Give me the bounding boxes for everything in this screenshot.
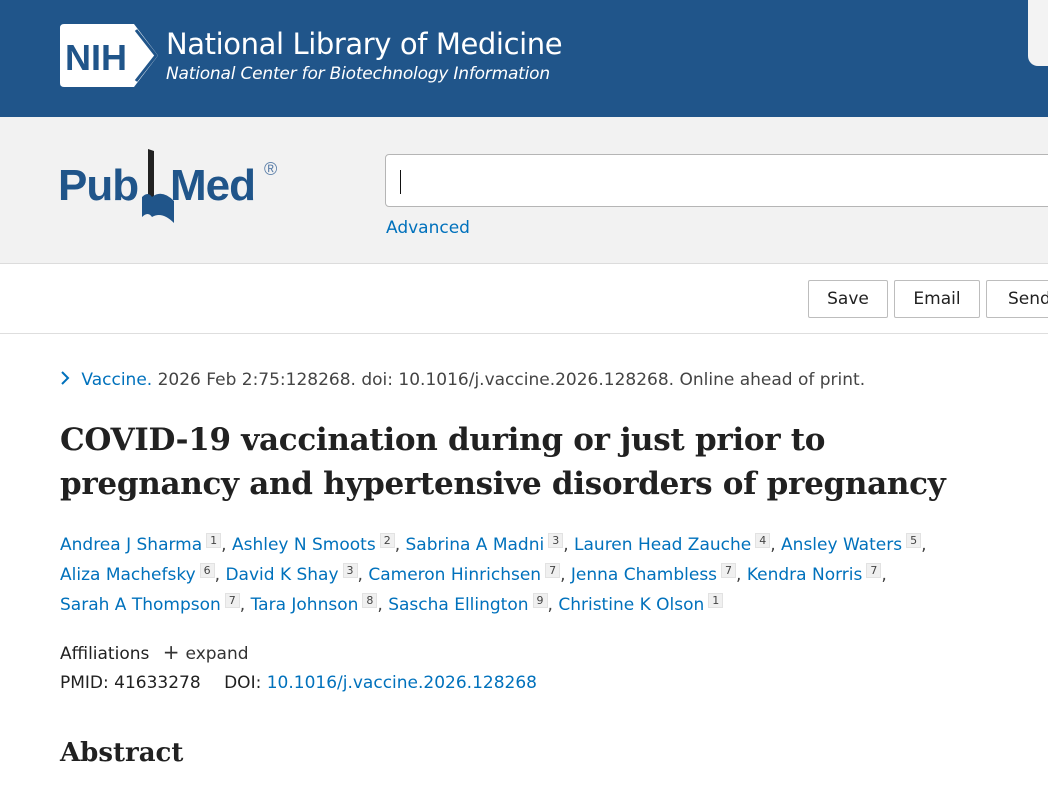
citation-details: 2026 Feb 2:75:128268. doi: 10.1016/j.vac… [152, 370, 866, 390]
pubmed-logo-med: Med [170, 161, 256, 210]
nih-badge-text: NIH [65, 37, 127, 78]
author-link[interactable]: Jenna Chambless [571, 565, 717, 585]
expand-affiliations-button[interactable]: + expand [163, 640, 249, 664]
affiliations-row: Affiliations + expand [60, 640, 249, 664]
search-input[interactable] [385, 154, 1048, 207]
author-item: Andrea J Sharma 1, [60, 533, 232, 555]
pubmed-logo-pub: Pub [58, 161, 139, 210]
search-band: Pub Med ® Advanced [0, 117, 1048, 264]
text-cursor [400, 170, 401, 194]
action-bar: Save Email Send [0, 264, 1048, 334]
author-item: Kendra Norris 7, [746, 563, 887, 585]
affiliation-number[interactable]: 7 [224, 593, 240, 608]
author-link[interactable]: Sascha Ellington [388, 595, 528, 615]
author-link[interactable]: Aliza Machefsky [60, 565, 196, 585]
affiliation-number[interactable]: 1 [206, 533, 222, 548]
advanced-search-link[interactable]: Advanced [386, 218, 470, 238]
pubmed-book-icon [142, 149, 174, 223]
author-item: Sarah A Thompson 7, [60, 593, 251, 615]
author-item: Sascha Ellington 9, [388, 593, 559, 615]
author-link[interactable]: Sabrina A Madni [406, 535, 545, 555]
affiliation-number[interactable]: 4 [755, 533, 771, 548]
registered-mark: ® [264, 159, 278, 179]
nih-logo-icon[interactable]: NIH [60, 24, 158, 87]
author-item: Ashley N Smoots 2, [231, 533, 406, 555]
affiliation-number[interactable]: 7 [721, 563, 737, 578]
pmid-text: PMID: 41633278 [60, 673, 201, 693]
author-link[interactable]: Ansley Waters [781, 535, 902, 555]
affiliation-number[interactable]: 5 [906, 533, 922, 548]
identifiers-line: PMID: 41633278 DOI: 10.1016/j.vaccine.20… [60, 673, 537, 693]
nlm-banner: NIH National Library of Medicine Nationa… [0, 0, 1048, 117]
author-link[interactable]: Sarah A Thompson [60, 595, 221, 615]
affiliation-number[interactable]: 3 [342, 563, 358, 578]
affiliation-number[interactable]: 3 [548, 533, 564, 548]
authors-list: Andrea J Sharma 1, Ashley N Smoots 2, Sabr… [60, 530, 1020, 620]
article-title: COVID-19 vaccination during or just prio… [60, 422, 946, 502]
author-item: Aliza Machefsky 6, [60, 563, 226, 585]
expand-label: expand [185, 644, 249, 664]
citation-line: Vaccine. 2026 Feb 2:75:128268. doi: 10.1… [60, 370, 865, 390]
affiliation-number[interactable]: 6 [199, 563, 215, 578]
chevron-right-icon[interactable] [60, 370, 75, 390]
author-item: Tara Johnson 8, [250, 593, 389, 615]
author-item: Ansley Waters 5, [781, 533, 927, 555]
author-link[interactable]: Andrea J Sharma [60, 535, 202, 555]
save-button[interactable]: Save [808, 280, 888, 318]
author-item: Cameron Hinrichsen 7, [368, 563, 571, 585]
author-link[interactable]: David K Shay [225, 565, 338, 585]
affiliations-label: Affiliations [60, 644, 150, 664]
affiliation-number[interactable]: 8 [362, 593, 378, 608]
doi-label: DOI: [224, 673, 262, 693]
affiliation-number[interactable]: 7 [866, 563, 882, 578]
author-link[interactable]: Christine K Olson [558, 595, 704, 615]
affiliation-number[interactable]: 7 [545, 563, 561, 578]
author-link[interactable]: Tara Johnson [251, 595, 359, 615]
affiliation-number[interactable]: 9 [532, 593, 548, 608]
email-button[interactable]: Email [894, 280, 980, 318]
send-to-button[interactable]: Send [986, 280, 1048, 318]
author-item: Christine K Olson 1 [558, 593, 724, 615]
author-link[interactable]: Lauren Head Zauche [574, 535, 751, 555]
author-link[interactable]: Kendra Norris [747, 565, 863, 585]
journal-link[interactable]: Vaccine. [81, 370, 152, 390]
abstract-heading: Abstract [60, 738, 184, 768]
plus-icon: + [162, 640, 180, 664]
author-item: Sabrina A Madni 3, [405, 533, 575, 555]
author-item: Jenna Chambless 7, [570, 563, 747, 585]
affiliation-number[interactable]: 1 [708, 593, 724, 608]
nlm-title[interactable]: National Library of Medicine [166, 27, 563, 61]
author-link[interactable]: Cameron Hinrichsen [368, 565, 541, 585]
nlm-subtitle: National Center for Biotechnology Inform… [166, 64, 550, 84]
author-item: Lauren Head Zauche 4, [574, 533, 782, 555]
author-link[interactable]: Ashley N Smoots [232, 535, 376, 555]
affiliation-number[interactable]: 2 [379, 533, 395, 548]
account-button[interactable] [1028, 0, 1048, 66]
doi-link[interactable]: 10.1016/j.vaccine.2026.128268 [267, 673, 537, 693]
author-item: David K Shay 3, [225, 563, 369, 585]
